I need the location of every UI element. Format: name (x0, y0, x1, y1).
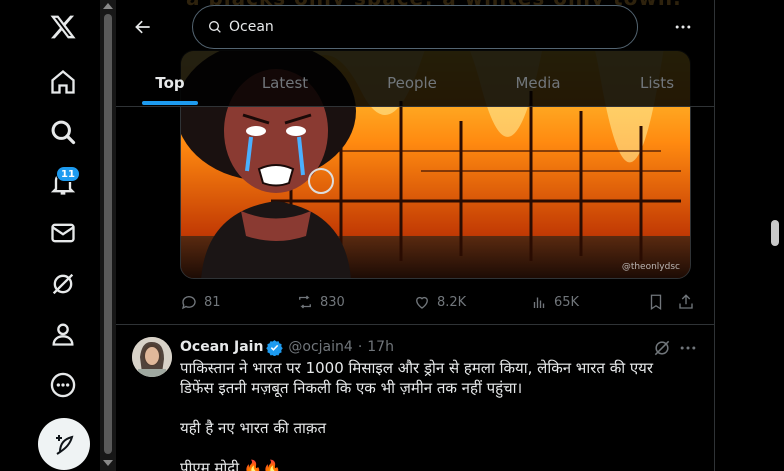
scroll-up-arrow-icon[interactable] (103, 3, 113, 9)
share-button[interactable] (677, 290, 695, 314)
back-button[interactable] (126, 10, 160, 44)
grok-icon (654, 340, 670, 356)
reply-count: 81 (204, 294, 221, 310)
bookmark-button[interactable] (647, 290, 665, 314)
tweet-text-line: पीएम मोदी 🔥🔥 (180, 459, 282, 471)
search-input[interactable] (229, 19, 609, 35)
tweet-text-line: डिफेंस इतनी मज़बूत निकली कि एक भी ज़मीन … (180, 379, 523, 397)
media-watermark: @theonlydsc (621, 262, 680, 272)
compose-button[interactable] (38, 418, 90, 470)
tweet-actions: 81 830 8.2K 65K (180, 290, 700, 314)
like-button[interactable]: 8.2K (413, 290, 466, 314)
separator-dot: · (357, 339, 363, 355)
tab-media[interactable]: Media (506, 60, 570, 106)
heart-icon (416, 296, 428, 309)
avatar[interactable] (132, 337, 172, 377)
explore-icon[interactable] (38, 107, 88, 157)
reply-button[interactable]: 81 (180, 290, 221, 314)
grok-icon[interactable] (38, 259, 88, 309)
bookmark-icon (650, 294, 662, 311)
left-scrollbar-thumb[interactable] (104, 14, 112, 454)
notifications-badge: 11 (56, 166, 80, 182)
page-scrollbar-thumb[interactable] (771, 220, 779, 246)
verified-badge-icon (266, 339, 284, 356)
scroll-down-arrow-icon[interactable] (103, 460, 113, 466)
tweet-header: Ocean Jain @ocjain4 · 17h (180, 337, 700, 357)
home-icon[interactable] (38, 57, 88, 107)
left-nav: 11 (0, 0, 100, 471)
more-icon[interactable] (38, 360, 88, 410)
tweet-divider (116, 324, 714, 325)
tweet-timestamp[interactable]: 17h (367, 339, 394, 355)
author-handle[interactable]: @ocjain4 (288, 339, 352, 355)
active-tab-indicator (142, 101, 198, 105)
x-logo-icon[interactable] (38, 2, 88, 52)
views-icon (533, 297, 545, 308)
like-count: 8.2K (437, 294, 467, 310)
more-horizontal-icon (680, 346, 696, 350)
left-scrollbar[interactable] (100, 0, 116, 471)
tweet-more-button[interactable] (678, 338, 698, 358)
reply-icon (181, 296, 196, 310)
tab-latest[interactable]: Latest (250, 60, 320, 106)
tweet-text-line: पाकिस्तान ने भारत पर 1000 मिसाइल और ड्रो… (180, 359, 653, 377)
profile-icon[interactable] (38, 309, 88, 359)
search-tabs: Top Latest People Media Lists (116, 60, 714, 106)
search-icon (209, 21, 221, 33)
search-header: a blacks only space! a whites only town.… (116, 0, 714, 107)
main-column: @theonlydsc 81 830 8.2K 65K Ocean Jain @… (116, 0, 715, 471)
messages-icon[interactable] (38, 208, 88, 258)
back-arrow-icon (135, 20, 150, 34)
retweet-icon (299, 295, 311, 309)
tab-lists[interactable]: Lists (632, 60, 682, 106)
retweet-button[interactable]: 830 (296, 290, 345, 314)
tab-top[interactable]: Top (142, 60, 198, 106)
more-horizontal-icon (675, 25, 691, 29)
retweet-count: 830 (320, 294, 345, 310)
view-count: 65K (554, 294, 580, 310)
share-icon (679, 294, 693, 309)
page-scrollbar[interactable] (767, 0, 784, 471)
grok-button[interactable] (652, 338, 672, 358)
views-button[interactable]: 65K (530, 290, 579, 314)
author-name[interactable]: Ocean Jain (180, 339, 263, 355)
tweet-text-line: यही है नए भारत की ताक़त (180, 419, 327, 437)
header-more-button[interactable] (668, 12, 698, 42)
compose-icon (56, 435, 74, 455)
tab-people[interactable]: People (376, 60, 448, 106)
search-box[interactable] (192, 5, 638, 49)
